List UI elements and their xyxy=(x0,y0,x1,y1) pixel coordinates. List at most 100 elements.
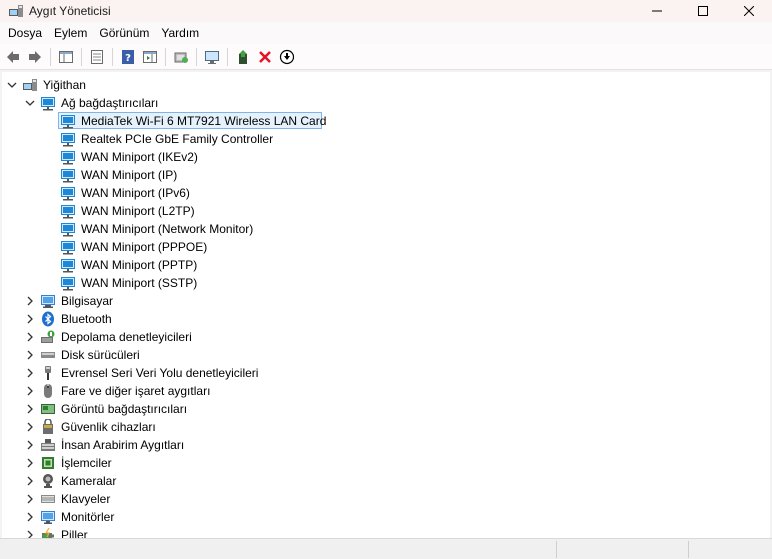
chevron-right-icon[interactable] xyxy=(24,403,36,415)
network-adapter-item[interactable]: WAN Miniport (Network Monitor) xyxy=(2,220,770,238)
network-adapter-icon xyxy=(60,149,76,165)
chevron-right-icon[interactable] xyxy=(24,529,36,538)
tree-category-label: Bluetooth xyxy=(61,312,112,326)
chevron-right-icon[interactable] xyxy=(24,385,36,397)
status-bar-divider xyxy=(556,541,557,558)
tree-category-row[interactable]: Bilgisayar xyxy=(2,292,770,310)
network-adapter-label: WAN Miniport (PPPOE) xyxy=(81,240,208,254)
properties-icon xyxy=(91,49,103,64)
network-adapter-item[interactable]: WAN Miniport (IPv6) xyxy=(2,184,770,202)
tree-category-row[interactable]: Klavyeler xyxy=(2,490,770,508)
maximize-icon xyxy=(698,6,708,16)
chevron-down-icon[interactable] xyxy=(24,97,36,109)
chevron-right-icon[interactable] xyxy=(24,421,36,433)
network-adapter-item[interactable]: WAN Miniport (L2TP) xyxy=(2,202,770,220)
chevron-down-icon[interactable] xyxy=(6,79,18,91)
network-adapter-label: WAN Miniport (IPv6) xyxy=(81,186,190,200)
network-adapter-icon xyxy=(60,257,76,273)
window-controls xyxy=(634,0,772,22)
tree-category-row[interactable]: Monitörler xyxy=(2,508,770,526)
disable-device-button[interactable] xyxy=(276,46,298,68)
help-button[interactable]: ? xyxy=(117,46,139,68)
chevron-right-icon[interactable] xyxy=(24,457,36,469)
chevron-right-icon[interactable] xyxy=(24,313,36,325)
tree-category-row[interactable]: Depolama denetleyicileri xyxy=(2,328,770,346)
tree-root-row[interactable]: Yiğithan xyxy=(2,76,770,94)
network-adapter-label: MediaTek Wi-Fi 6 MT7921 Wireless LAN Car… xyxy=(81,114,327,128)
menu-gorunum[interactable]: Görünüm xyxy=(93,22,155,44)
network-adapter-item[interactable]: Realtek PCIe GbE Family Controller xyxy=(2,130,770,148)
network-adapter-icon xyxy=(40,95,56,111)
tree-category-label: İnsan Arabirim Aygıtları xyxy=(61,438,185,452)
toolbar-separator xyxy=(227,47,228,66)
action-pane-button[interactable] xyxy=(139,46,161,68)
network-adapter-item[interactable]: WAN Miniport (IP) xyxy=(2,166,770,184)
network-adapter-icon xyxy=(60,167,76,183)
tree-category-row[interactable]: Güvenlik cihazları xyxy=(2,418,770,436)
tree-category-row[interactable]: Piller xyxy=(2,526,770,538)
properties-button[interactable] xyxy=(86,46,108,68)
menu-eylem[interactable]: Eylem xyxy=(48,22,93,44)
display-adapter-icon xyxy=(40,401,56,417)
forward-button[interactable] xyxy=(24,46,46,68)
device-tree[interactable]: Yiğithan Ağ bağdaştırıcıları MediaTek Wi… xyxy=(2,72,770,538)
tree-root-label: Yiğithan xyxy=(43,78,86,92)
device-manager-app-icon xyxy=(8,3,24,19)
tree-category-label: Evrensel Seri Veri Yolu denetleyicileri xyxy=(61,366,259,380)
help-icon: ? xyxy=(122,49,134,64)
back-arrow-icon xyxy=(7,50,19,63)
network-adapter-item[interactable]: WAN Miniport (SSTP) xyxy=(2,274,770,292)
menu-bar: Dosya Eylem Görünüm Yardım xyxy=(0,22,772,44)
network-adapter-label: WAN Miniport (IKEv2) xyxy=(81,150,198,164)
console-tree-button[interactable] xyxy=(55,46,77,68)
maximize-button[interactable] xyxy=(680,0,726,22)
chevron-right-icon[interactable] xyxy=(24,475,36,487)
network-adapter-label: WAN Miniport (PPTP) xyxy=(81,258,198,272)
tree-category-row[interactable]: Evrensel Seri Veri Yolu denetleyicileri xyxy=(2,364,770,382)
chevron-right-icon[interactable] xyxy=(24,331,36,343)
tree-category-row[interactable]: İnsan Arabirim Aygıtları xyxy=(2,436,770,454)
tree-category-row[interactable]: İşlemciler xyxy=(2,454,770,472)
network-adapter-item[interactable]: WAN Miniport (IKEv2) xyxy=(2,148,770,166)
hid-icon xyxy=(40,437,56,453)
chevron-right-icon[interactable] xyxy=(24,493,36,505)
tree-category-row[interactable]: Fare ve diğer işaret aygıtları xyxy=(2,382,770,400)
tree-category-row[interactable]: Disk sürücüleri xyxy=(2,346,770,364)
chevron-right-icon[interactable] xyxy=(24,367,36,379)
tree-category-label: Ağ bağdaştırıcıları xyxy=(61,96,159,110)
network-adapter-item[interactable]: WAN Miniport (PPPOE) xyxy=(2,238,770,256)
tree-category-row[interactable]: Bluetooth xyxy=(2,310,770,328)
mouse-icon xyxy=(40,383,56,399)
network-adapter-icon xyxy=(60,113,76,129)
network-adapter-item[interactable]: MediaTek Wi-Fi 6 MT7921 Wireless LAN Car… xyxy=(2,112,770,130)
camera-icon xyxy=(40,473,56,489)
network-adapter-label: WAN Miniport (IP) xyxy=(81,168,178,182)
computer-monitor-button[interactable] xyxy=(201,46,223,68)
network-adapter-icon xyxy=(60,185,76,201)
minimize-button[interactable] xyxy=(634,0,680,22)
tree-category-label: Bilgisayar xyxy=(61,294,114,308)
disk-drive-icon xyxy=(40,347,56,363)
security-device-icon xyxy=(40,418,56,435)
menu-dosya[interactable]: Dosya xyxy=(2,22,48,44)
chevron-right-icon[interactable] xyxy=(24,439,36,451)
chevron-right-icon[interactable] xyxy=(24,295,36,307)
toolbar: ? xyxy=(0,44,772,70)
tree-category-network[interactable]: Ağ bağdaştırıcıları xyxy=(2,94,770,112)
status-bar xyxy=(0,538,772,559)
network-adapter-icon xyxy=(60,221,76,237)
update-driver-button[interactable] xyxy=(232,46,254,68)
uninstall-device-button[interactable] xyxy=(254,46,276,68)
tree-category-row[interactable]: Görüntü bağdaştırıcıları xyxy=(2,400,770,418)
network-adapter-item[interactable]: WAN Miniport (PPTP) xyxy=(2,256,770,274)
chevron-right-icon[interactable] xyxy=(24,511,36,523)
menu-yardim[interactable]: Yardım xyxy=(155,22,205,44)
scan-hardware-button[interactable] xyxy=(170,46,192,68)
close-button[interactable] xyxy=(726,0,772,22)
toolbar-separator xyxy=(165,47,166,66)
computer-icon xyxy=(40,293,56,309)
back-button[interactable] xyxy=(2,46,24,68)
chevron-right-icon[interactable] xyxy=(24,349,36,361)
tree-category-row[interactable]: Kameralar xyxy=(2,472,770,490)
network-adapter-icon xyxy=(60,131,76,147)
